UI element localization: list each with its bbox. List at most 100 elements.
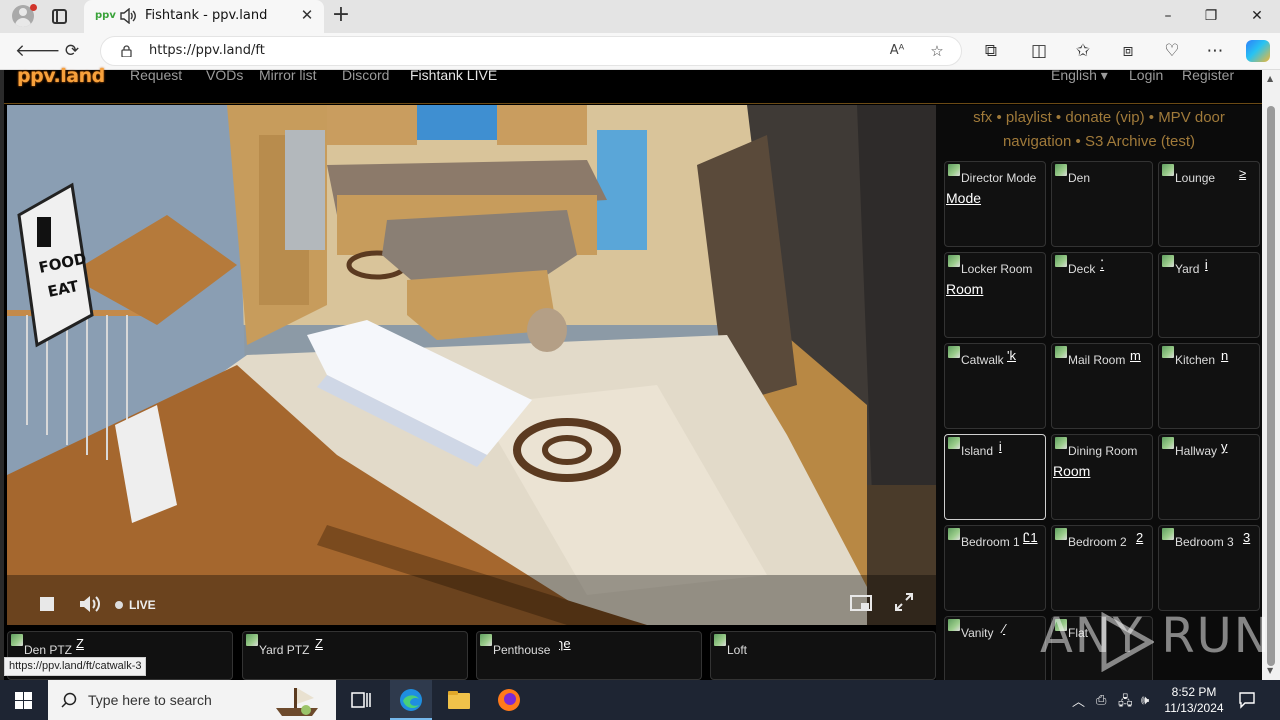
search-highlight-icon xyxy=(276,688,318,716)
camera-penthouse[interactable]: Penthouse ɿe xyxy=(476,631,702,680)
tab-actions-icon[interactable] xyxy=(52,9,67,24)
camera-thumbnail-icon xyxy=(948,346,960,358)
login-link[interactable]: Login xyxy=(1129,67,1163,83)
camera-vanity[interactable]: Vanity ⁄ xyxy=(944,616,1046,680)
language-select[interactable]: English ▾ xyxy=(1051,67,1108,84)
edge-browser-icon[interactable] xyxy=(398,688,424,712)
search-placeholder: Type here to search xyxy=(88,692,212,708)
favorite-star-icon[interactable]: ☆ xyxy=(927,41,947,61)
notifications-icon[interactable] xyxy=(1238,691,1256,709)
taskbar-search[interactable]: Type here to search xyxy=(48,680,336,720)
scroll-thumb[interactable] xyxy=(1267,106,1275,666)
menu-s3-archive[interactable]: S3 Archive (test) xyxy=(1085,133,1195,150)
clock-date: 11/13/2024 xyxy=(1164,701,1224,715)
camera-deck[interactable]: Deck ⁚ xyxy=(1051,252,1153,338)
camera-yard-ptz[interactable]: Yard PTZ Z xyxy=(242,631,468,680)
camera-thumbnail-icon xyxy=(948,619,960,631)
camera-hallway[interactable]: Hallway y xyxy=(1158,434,1260,520)
network-icon[interactable]: 🖧 xyxy=(1118,692,1133,714)
nav-discord[interactable]: Discord xyxy=(342,67,389,83)
live-indicator-icon xyxy=(115,601,123,609)
menu-navigation[interactable]: navigation xyxy=(1003,133,1071,150)
nav-request[interactable]: Request xyxy=(130,67,182,83)
nav-vods[interactable]: VODs xyxy=(206,67,243,83)
new-tab-button[interactable]: + xyxy=(330,4,352,27)
camera-mail-room[interactable]: Mail Room m xyxy=(1051,343,1153,429)
minimize-button[interactable]: – xyxy=(1145,4,1191,28)
close-tab-icon[interactable]: ✕ xyxy=(298,6,316,24)
volume-icon[interactable] xyxy=(79,595,101,613)
camera-catwalk[interactable]: Catwalk 'k xyxy=(944,343,1046,429)
scroll-up-icon[interactable]: ▲ xyxy=(1267,74,1273,83)
camera-locker-room[interactable]: Locker Room Room xyxy=(944,252,1046,338)
camera-director-mode[interactable]: Director Mode Mode xyxy=(944,161,1046,247)
collections-icon[interactable]: ⧈ xyxy=(1116,39,1140,63)
picture-in-picture-icon[interactable] xyxy=(850,595,872,611)
nav-mirror-list[interactable]: Mirror list xyxy=(259,67,317,83)
menu-mpv-door[interactable]: MPV door xyxy=(1158,109,1225,126)
nav-fishtank-live[interactable]: Fishtank LIVE xyxy=(410,67,497,83)
system-clock[interactable]: 8:52 PM 11/13/2024 xyxy=(1160,684,1228,716)
tray-chevron-icon[interactable]: ︿ xyxy=(1072,691,1085,710)
page-scrollbar[interactable]: ▲ ▼ xyxy=(1262,70,1280,680)
task-view-icon[interactable] xyxy=(348,688,374,712)
windows-taskbar: Type here to search ︿ ⎙ 🖧 🕪 8:52 PM 11/1… xyxy=(0,680,1280,720)
url-text: https://ppv.land/ft xyxy=(149,43,265,58)
address-bar[interactable]: https://ppv.land/ft Aᴬ ☆ xyxy=(100,36,962,66)
tray-network-device-icon[interactable]: ⎙ xyxy=(1096,692,1106,708)
camera-kitchen[interactable]: Kitchen n xyxy=(1158,343,1260,429)
volume-tray-icon[interactable]: 🕪 xyxy=(1141,692,1149,708)
tab-title: Fishtank - ppv.land xyxy=(145,8,268,23)
favorites-icon[interactable]: ✩ xyxy=(1071,39,1095,63)
extensions-icon[interactable]: ⧉ xyxy=(979,39,1003,63)
camera-lounge[interactable]: Lounge ≥ xyxy=(1158,161,1260,247)
camera-thumbnail-icon xyxy=(1055,528,1067,540)
menu-donate[interactable]: donate (vip) xyxy=(1065,109,1144,126)
camera-dining-room[interactable]: Dining Room Room xyxy=(1051,434,1153,520)
camera-bedroom-1[interactable]: Bedroom 1 Ꮭ1 xyxy=(944,525,1046,611)
firefox-icon[interactable] xyxy=(496,688,522,712)
back-icon[interactable]: 🡐 xyxy=(15,39,61,63)
refresh-icon[interactable]: ⟳ xyxy=(60,39,84,63)
camera-thumbnail-icon xyxy=(948,255,960,267)
windows-start-icon[interactable] xyxy=(15,692,32,709)
camera-island[interactable]: Island Ꭵ xyxy=(944,434,1046,520)
browser-tab[interactable]: ppv Fishtank - ppv.land ✕ xyxy=(84,0,324,33)
camera-thumbnail-icon xyxy=(1162,346,1174,358)
camera-thumbnail-icon xyxy=(948,164,960,176)
camera-thumbnail-icon xyxy=(480,634,492,646)
camera-loft[interactable]: Loft xyxy=(710,631,936,680)
fullscreen-icon[interactable] xyxy=(895,593,913,611)
camera-thumbnail-icon xyxy=(1055,437,1067,449)
camera-bedroom-2[interactable]: Bedroom 2 2 xyxy=(1051,525,1153,611)
browser-essentials-icon[interactable]: ♡ xyxy=(1160,39,1184,63)
more-menu-icon[interactable]: ⋯ xyxy=(1203,39,1227,63)
camera-yard[interactable]: Yard Ꭵ xyxy=(1158,252,1260,338)
lock-icon[interactable] xyxy=(121,45,132,57)
audio-playing-icon[interactable] xyxy=(120,8,137,24)
browser-tab-bar: ppv Fishtank - ppv.land ✕ + – ❐ ✕ xyxy=(0,0,1280,33)
split-screen-icon[interactable]: ◫ xyxy=(1027,39,1051,63)
menu-sfx[interactable]: sfx xyxy=(973,109,992,126)
stop-icon[interactable] xyxy=(40,597,54,611)
site-container: ppv.land Request VODs Mirror list Discor… xyxy=(4,65,1262,680)
read-aloud-icon[interactable]: Aᴬ xyxy=(887,41,907,61)
close-window-button[interactable]: ✕ xyxy=(1234,4,1280,28)
scroll-down-icon[interactable]: ▼ xyxy=(1267,666,1273,675)
site-logo[interactable]: ppv.land xyxy=(17,65,105,87)
maximize-button[interactable]: ❐ xyxy=(1188,4,1234,28)
camera-thumbnail-icon xyxy=(714,634,726,646)
camera-thumbnail-icon xyxy=(1162,164,1174,176)
live-label: LIVE xyxy=(129,598,156,612)
copilot-icon[interactable] xyxy=(1246,40,1270,62)
camera-thumbnail-icon xyxy=(1162,528,1174,540)
file-explorer-icon[interactable] xyxy=(446,688,472,712)
menu-playlist[interactable]: playlist xyxy=(1006,109,1052,126)
camera-thumbnail-icon xyxy=(1055,346,1067,358)
watermark-play-icon xyxy=(1101,612,1154,672)
camera-bedroom-3[interactable]: Bedroom 3 3 xyxy=(1158,525,1260,611)
camera-den[interactable]: Den xyxy=(1051,161,1153,247)
camera-panel: sfx • playlist • donate (vip) • MPV door… xyxy=(936,105,1262,680)
register-link[interactable]: Register xyxy=(1182,67,1234,83)
video-player[interactable]: FOOD EAT LIVE xyxy=(7,105,937,625)
